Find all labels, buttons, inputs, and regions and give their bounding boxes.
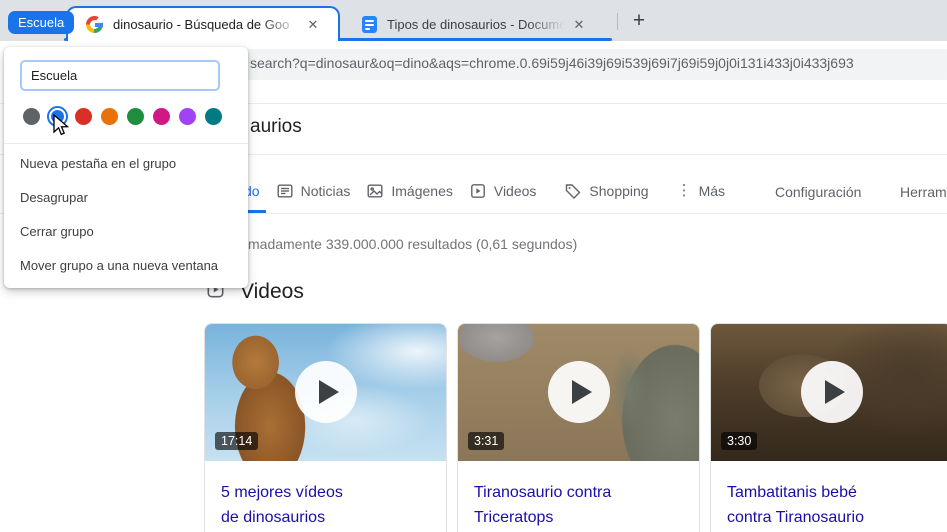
color-swatch-purple[interactable] bbox=[179, 108, 196, 125]
videos-section-title: Videos bbox=[240, 280, 304, 303]
omnibox-url-text[interactable]: search?q=dinosaur&oq=dino&aqs=chrome.0.6… bbox=[250, 55, 854, 71]
tab-title: Tipos de dinosaurios - Documen bbox=[387, 17, 565, 32]
video-thumbnail[interactable]: 3:30 bbox=[711, 324, 947, 461]
tab-group-menu: Nueva pestaña en el grupoDesagruparCerra… bbox=[4, 47, 248, 288]
google-g-icon bbox=[86, 16, 104, 33]
tab-title: dinosaurio - Búsqueda de Goo bbox=[113, 17, 299, 32]
color-swatch-red[interactable] bbox=[75, 108, 92, 125]
nav-tab-noticias[interactable]: Noticias bbox=[276, 182, 350, 200]
tab-separator bbox=[617, 13, 618, 30]
search-box-query[interactable]: aurios bbox=[250, 116, 302, 138]
video-duration-badge: 3:31 bbox=[468, 432, 505, 450]
color-swatch-cyan[interactable] bbox=[205, 108, 222, 125]
image-icon bbox=[367, 184, 383, 198]
google-docs-icon bbox=[362, 16, 377, 33]
new-tab-button[interactable]: + bbox=[626, 8, 652, 34]
tab-dinosaurio-search[interactable]: dinosaurio - Búsqueda de Goo ✕ bbox=[66, 6, 340, 41]
nav-herramientas[interactable]: Herram bbox=[900, 184, 947, 200]
play-button-icon[interactable] bbox=[547, 361, 610, 423]
play-box-icon bbox=[470, 184, 485, 198]
play-button-icon[interactable] bbox=[800, 361, 863, 423]
video-duration-badge: 3:30 bbox=[721, 432, 758, 450]
nav-tab-videos[interactable]: Videos bbox=[469, 182, 536, 200]
nav-tab-imagenes[interactable]: Imágenes bbox=[366, 182, 453, 200]
color-swatch-green[interactable] bbox=[127, 108, 144, 125]
news-icon bbox=[277, 184, 293, 198]
video-thumbnail[interactable]: 3:31 bbox=[458, 324, 699, 461]
tab-tipos-de-dinosaurios[interactable]: Tipos de dinosaurios - Documen ✕ bbox=[348, 8, 610, 41]
video-card[interactable]: 3:31 Tiranosaurio contra Triceratops bbox=[457, 323, 700, 532]
group-menu-item[interactable]: Mover grupo a una nueva ventana bbox=[4, 249, 248, 283]
group-menu-item[interactable]: Nueva pestaña en el grupo bbox=[4, 147, 248, 181]
group-menu-items: Nueva pestaña en el grupo Desagrupar Cerra… bbox=[4, 147, 248, 283]
group-menu-item[interactable]: Cerrar grupo bbox=[4, 215, 248, 249]
video-duration-badge: 17:14 bbox=[215, 432, 259, 450]
nav-configuracion[interactable]: Configuración bbox=[775, 184, 861, 200]
tab-strip: Escuela dinosaurio - Búsqueda de Goo ✕ T… bbox=[0, 0, 947, 41]
mouse-cursor bbox=[53, 114, 70, 136]
color-swatch-grey[interactable] bbox=[23, 108, 40, 125]
nav-tab-mas[interactable]: ⋮ Más bbox=[677, 183, 725, 199]
browser-window: Escuela dinosaurio - Búsqueda de Goo ✕ T… bbox=[0, 0, 947, 532]
play-button-icon[interactable] bbox=[294, 361, 357, 423]
more-vertical-icon: ⋮ bbox=[676, 182, 692, 199]
menu-divider bbox=[4, 143, 248, 144]
video-thumbnail[interactable]: 17:14 bbox=[205, 324, 446, 461]
close-icon[interactable]: ✕ bbox=[303, 15, 323, 35]
tab-group-chip[interactable]: Escuela bbox=[8, 11, 75, 34]
video-title-link[interactable]: Tiranosaurio contra Triceratops bbox=[474, 480, 683, 530]
video-title-link[interactable]: Tambatitanis bebé contra Tiranosaurio bbox=[727, 480, 936, 530]
nav-tab-shopping[interactable]: Shopping bbox=[564, 182, 649, 200]
color-swatch-orange[interactable] bbox=[101, 108, 118, 125]
result-stats: madamente 339.000.000 resultados (0,61 s… bbox=[248, 236, 578, 252]
close-icon[interactable]: ✕ bbox=[569, 15, 589, 35]
video-card[interactable]: 17:14 5 mejores vídeos de dinosaurios bbox=[204, 323, 447, 532]
group-menu-item[interactable]: Desagrupar bbox=[4, 181, 248, 215]
group-name-input[interactable] bbox=[20, 60, 220, 91]
color-swatch-pink[interactable] bbox=[153, 108, 170, 125]
video-title-link[interactable]: 5 mejores vídeos de dinosaurios bbox=[221, 480, 430, 530]
serp-nav: do Noticias Imágenes Videos Shopping ⋮ M… bbox=[244, 182, 725, 200]
video-card[interactable]: 3:30 Tambatitanis bebé contra Tiranosaur… bbox=[710, 323, 947, 532]
tag-icon bbox=[566, 184, 581, 199]
